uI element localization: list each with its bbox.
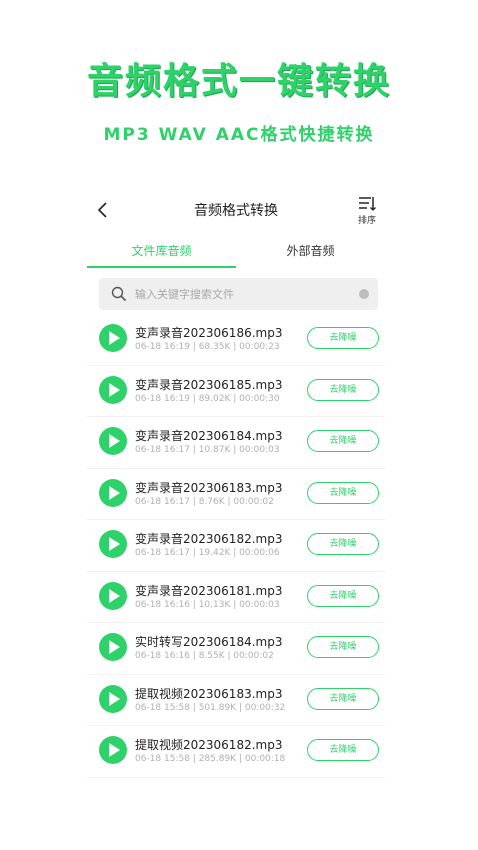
clear-icon[interactable] [359,289,369,299]
play-button[interactable] [99,427,127,455]
play-button[interactable] [99,324,127,352]
play-button[interactable] [99,581,127,610]
play-icon [109,331,120,345]
tab-external-audio[interactable]: 外部音频 [236,232,385,268]
file-name: 变声录音202306183.mp3 [135,480,283,495]
play-icon [109,743,120,757]
file-meta: 06-18 16:17 | 8.76K | 00:00:02 [135,496,274,507]
search-input[interactable] [135,278,345,310]
play-button[interactable] [99,736,127,764]
list-item[interactable]: 提取视频202306182.mp3 06-18 15:58 | 285.89K … [87,726,385,778]
play-icon [109,588,120,603]
play-icon [109,691,120,706]
file-name: 变声录音202306182.mp3 [135,532,283,546]
sort-button[interactable]: 排序 [355,196,379,226]
list-item[interactable]: 变声录音202306184.mp3 06-18 16:17 | 10.87K |… [87,417,385,469]
play-icon [109,382,120,397]
play-icon [109,485,120,500]
list-item[interactable]: 实时转写202306184.mp3 06-18 16:16 | 8.55K | … [87,623,385,675]
list-item[interactable]: 变声录音202306182.mp3 06-18 16:17 | 19.42K |… [87,520,385,572]
play-icon [109,640,120,654]
file-name: 提取视频202306182.mp3 [135,738,283,752]
list-item[interactable]: 变声录音202306183.mp3 06-18 16:17 | 8.76K | … [87,469,385,520]
file-name: 提取视频202306183.mp3 [135,686,283,701]
play-button[interactable] [99,633,127,661]
sort-icon [359,197,376,211]
tab-bar: 文件库音频 外部音频 [87,232,385,268]
file-name: 变声录音202306181.mp3 [135,583,283,598]
play-icon [109,434,120,448]
list-item[interactable]: 变声录音202306185.mp3 06-18 16:19 | 89.02K |… [87,366,385,417]
search-bar [99,278,378,310]
list-item[interactable]: 提取视频202306183.mp3 06-18 15:58 | 501.89K … [87,675,385,726]
denoise-button[interactable]: 去降噪 [307,636,379,658]
promo-subtitle: MP3 WAV AAC格式快捷转换 [103,125,375,145]
file-meta: 06-18 16:17 | 19.42K | 00:00:06 [135,548,280,558]
play-button[interactable] [99,478,127,507]
page-title: 音频格式转换 [194,203,278,219]
denoise-button[interactable]: 去降噪 [307,430,379,452]
file-meta: 06-18 16:19 | 68.35K | 00:00:23 [135,342,280,352]
denoise-button[interactable]: 去降噪 [307,584,379,607]
denoise-button[interactable]: 去降噪 [307,378,379,401]
denoise-button[interactable]: 去降噪 [307,739,379,761]
play-button[interactable] [99,375,127,404]
file-name: 实时转写202306184.mp3 [135,635,283,649]
file-name: 变声录音202306185.mp3 [135,377,283,392]
file-meta: 06-18 16:16 | 8.55K | 00:00:02 [135,651,274,661]
file-meta: 06-18 16:19 | 89.02K | 00:00:30 [135,393,280,404]
denoise-button[interactable]: 去降噪 [307,327,379,349]
app-screen: 音频格式转换 排序 文件库音频 外部音频 变声录音202306186.mp3 [87,188,385,778]
file-name: 变声录音202306186.mp3 [135,326,283,340]
play-button[interactable] [99,684,127,713]
denoise-button[interactable]: 去降噪 [307,533,379,555]
file-list: 变声录音202306186.mp3 06-18 16:19 | 68.35K |… [87,314,385,778]
file-meta: 06-18 15:58 | 285.89K | 00:00:18 [135,754,286,764]
denoise-button[interactable]: 去降噪 [307,687,379,710]
nav-bar: 音频格式转换 排序 [87,188,385,232]
file-name: 变声录音202306184.mp3 [135,429,283,443]
play-icon [109,537,120,551]
file-meta: 06-18 16:17 | 10.87K | 00:00:03 [135,445,280,455]
file-meta: 06-18 15:58 | 501.89K | 00:00:32 [135,702,286,713]
file-meta: 06-18 16:16 | 10.13K | 00:00:03 [135,599,280,610]
denoise-button[interactable]: 去降噪 [307,481,379,504]
list-item[interactable]: 变声录音202306186.mp3 06-18 16:19 | 68.35K |… [87,314,385,366]
list-item[interactable]: 变声录音202306181.mp3 06-18 16:16 | 10.13K |… [87,572,385,623]
sort-label: 排序 [357,216,376,226]
search-icon [111,286,127,302]
tab-library-audio[interactable]: 文件库音频 [87,232,236,268]
play-button[interactable] [99,530,127,558]
promo-title: 音频格式一键转换 [86,61,391,102]
